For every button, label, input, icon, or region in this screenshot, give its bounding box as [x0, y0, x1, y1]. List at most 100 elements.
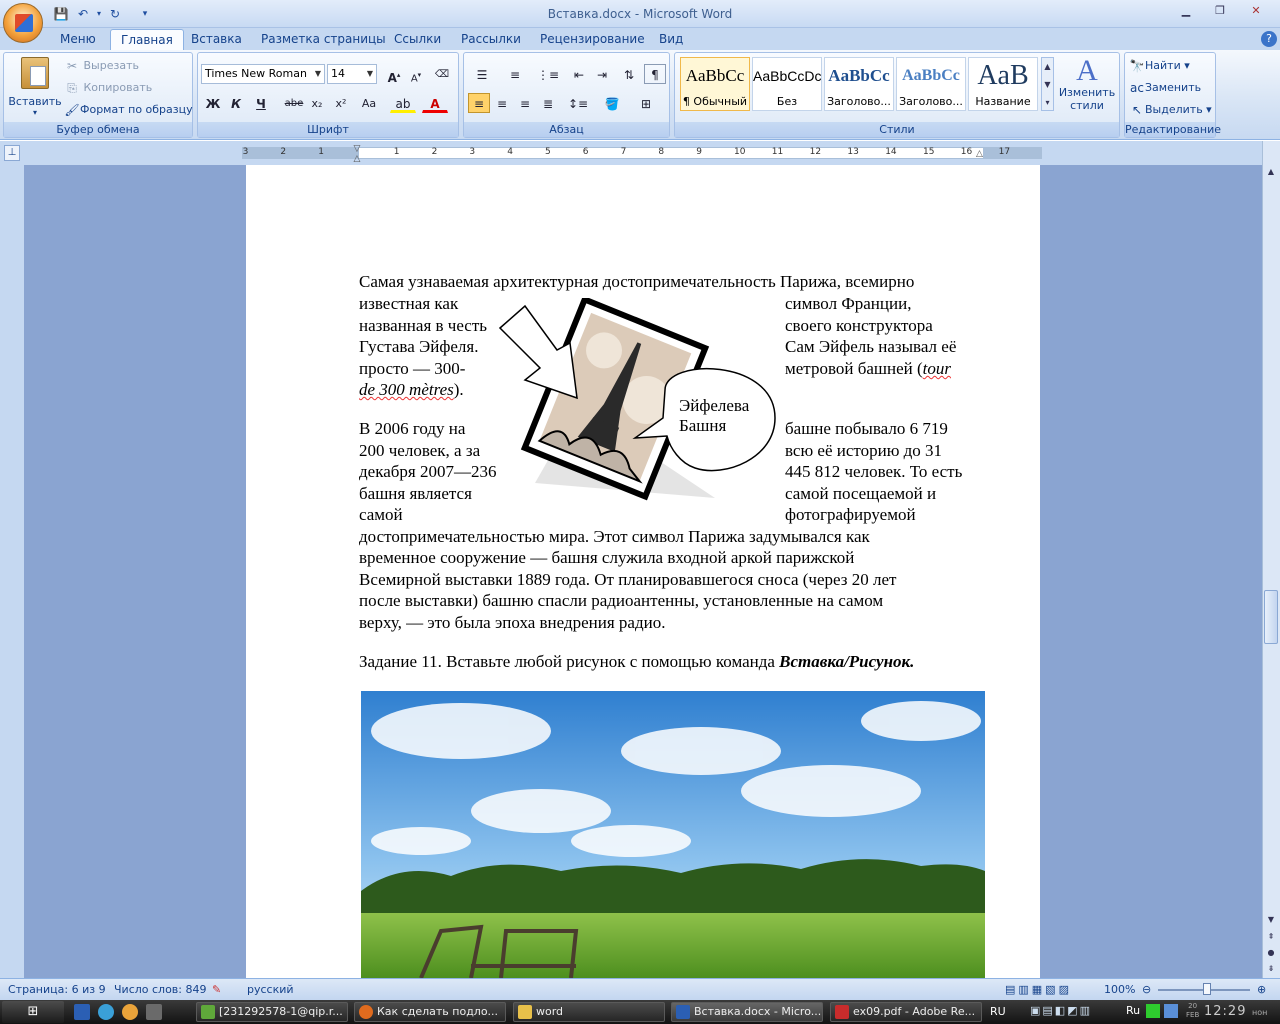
- tab-mailings[interactable]: Рассылки: [451, 29, 531, 50]
- view-buttons[interactable]: ▤▥▦▧▨: [1005, 983, 1072, 996]
- style-heading1[interactable]: AaBbCc Заголово...: [824, 57, 894, 111]
- scroll-down-icon[interactable]: ▼: [1264, 913, 1278, 927]
- cursor-icon: ↖: [1131, 103, 1143, 117]
- clock[interactable]: 12:29: [1204, 1004, 1246, 1019]
- font-color-button[interactable]: A: [422, 93, 448, 113]
- tray-network-icon[interactable]: [1164, 1004, 1178, 1018]
- restore-button[interactable]: ❐: [1208, 4, 1232, 18]
- scrollbar-thumb[interactable]: [1264, 590, 1278, 644]
- vertical-scrollbar[interactable]: [1262, 141, 1280, 978]
- landscape-photo[interactable]: [361, 691, 985, 978]
- taskbar-item-word[interactable]: Вставка.docx - Micro...: [671, 1002, 823, 1022]
- next-page-icon[interactable]: ⇟: [1264, 962, 1278, 976]
- style-no-spacing[interactable]: AaBbCcDc Без интер...: [752, 57, 822, 111]
- shrink-font-button[interactable]: A▾: [405, 64, 427, 84]
- style-title[interactable]: AaB Название: [968, 57, 1038, 111]
- tab-page-layout[interactable]: Разметка страницы: [251, 29, 396, 50]
- taskbar-label: Как сделать подло...: [377, 1005, 499, 1018]
- right-indent-marker-icon[interactable]: △: [976, 149, 986, 161]
- styles-scroll[interactable]: ▲ ▼ ▾: [1041, 57, 1054, 111]
- strikethrough-button[interactable]: abe: [283, 93, 305, 113]
- quicklaunch-icon[interactable]: [146, 1004, 162, 1020]
- find-button[interactable]: 🔭Найти ▾: [1129, 58, 1190, 74]
- paste-button[interactable]: Вставить ▾: [8, 57, 62, 117]
- minimize-button[interactable]: ▁: [1174, 4, 1198, 18]
- decrease-indent-button[interactable]: ⇤: [568, 64, 590, 84]
- office-button[interactable]: [3, 3, 43, 43]
- shading-button[interactable]: 🪣: [598, 93, 626, 113]
- ruler-number: 12: [809, 147, 822, 157]
- paste-dropdown-icon: ▾: [32, 108, 37, 117]
- style-name: Заголово...: [827, 95, 891, 108]
- scroll-up-icon[interactable]: ▲: [1264, 165, 1278, 179]
- copy-button[interactable]: ⎘ Копировать: [64, 80, 152, 96]
- justify-button[interactable]: ≣: [537, 93, 559, 113]
- font-size-combo[interactable]: 14 ▼: [327, 64, 377, 84]
- cut-button[interactable]: ✂ Вырезать: [64, 58, 139, 74]
- zoom-thumb[interactable]: [1203, 983, 1211, 995]
- binoculars-icon: 🔭: [1129, 59, 1145, 73]
- italic-button[interactable]: К: [225, 93, 247, 113]
- select-button[interactable]: ↖ Выделить ▾: [1129, 102, 1212, 118]
- proofing-icon[interactable]: ✎: [212, 983, 221, 996]
- align-right-button[interactable]: ≡: [514, 93, 536, 113]
- format-painter-button[interactable]: 🖌Формат по образцу: [64, 102, 192, 118]
- tab-references[interactable]: Ссылки: [384, 29, 451, 50]
- grow-font-button[interactable]: A▴: [383, 64, 405, 85]
- superscript-button[interactable]: x²: [330, 93, 352, 113]
- tray-status-icon[interactable]: [1146, 1004, 1160, 1018]
- taskbar-item-folder[interactable]: word: [513, 1002, 665, 1022]
- keyboard-language[interactable]: RU: [990, 1005, 1006, 1018]
- align-left-button[interactable]: ≡: [468, 93, 490, 113]
- bullets-button[interactable]: ☰: [468, 64, 496, 84]
- system-tray-icons[interactable]: ▣▤◧◩▥: [1030, 1004, 1120, 1020]
- align-center-button[interactable]: ≡: [491, 93, 513, 113]
- tab-view[interactable]: Вид: [649, 29, 693, 50]
- borders-button[interactable]: ⊞: [632, 93, 660, 113]
- page-count[interactable]: Страница: 6 из 9: [8, 983, 106, 996]
- multilevel-list-button[interactable]: ⋮≡: [534, 64, 562, 84]
- taskbar-item-qip[interactable]: [231292578-1@qip.r...: [196, 1002, 348, 1022]
- sort-button[interactable]: ⇅: [618, 64, 640, 84]
- change-styles-button[interactable]: A Изменить стили: [1058, 56, 1116, 113]
- zoom-level[interactable]: 100%: [1104, 983, 1135, 996]
- clear-formatting-button[interactable]: ⌫: [431, 64, 453, 84]
- increase-indent-button[interactable]: ⇥: [591, 64, 613, 84]
- previous-page-icon[interactable]: ⇞: [1264, 930, 1278, 944]
- tab-menu[interactable]: Меню: [50, 29, 106, 50]
- tray-language[interactable]: Ru: [1126, 1004, 1140, 1017]
- tab-insert[interactable]: Вставка: [181, 29, 252, 50]
- style-heading2[interactable]: AaBbCc Заголово...: [896, 57, 966, 111]
- numbering-button[interactable]: ≡: [501, 64, 529, 84]
- zoom-out-icon[interactable]: ⊖: [1142, 983, 1151, 996]
- zoom-in-icon[interactable]: ⊕: [1257, 983, 1266, 996]
- start-button[interactable]: ⊞: [2, 1001, 64, 1023]
- horizontal-ruler[interactable]: 3 2 1 1 2 3 4 5 6 7 8 9 10 11 12 13 14 15 16 17: [242, 147, 1042, 159]
- highlight-button[interactable]: ab: [390, 93, 416, 113]
- taskbar-item-adobe[interactable]: ex09.pdf - Adobe Re...: [830, 1002, 982, 1022]
- close-button[interactable]: ✕: [1244, 4, 1268, 18]
- tab-review[interactable]: Рецензирование: [530, 29, 655, 50]
- replace-button[interactable]: acЗаменить: [1129, 80, 1201, 96]
- show-marks-button[interactable]: ¶: [644, 64, 666, 84]
- text-line: Густава Эйфеля.: [359, 337, 479, 356]
- style-normal[interactable]: AaBbCc ¶ Обычный: [680, 57, 750, 111]
- help-icon[interactable]: ?: [1261, 31, 1277, 47]
- word-count[interactable]: Число слов: 849: [114, 983, 207, 996]
- indent-marker-icon[interactable]: ▽ △: [352, 144, 362, 164]
- tab-home[interactable]: Главная: [110, 29, 184, 50]
- media-quicklaunch-icon[interactable]: [122, 1004, 138, 1020]
- font-name-combo[interactable]: Times New Roman ▼: [201, 64, 325, 84]
- browser-quicklaunch-icon[interactable]: [98, 1004, 114, 1020]
- underline-button[interactable]: Ч: [250, 93, 272, 113]
- show-desktop-icon[interactable]: [74, 1004, 90, 1020]
- bold-button[interactable]: Ж: [202, 93, 224, 113]
- subscript-button[interactable]: x₂: [306, 93, 328, 113]
- tab-selector-icon[interactable]: ⊥: [4, 145, 20, 161]
- line-spacing-button[interactable]: ↕≡: [564, 93, 592, 113]
- taskbar-item-firefox[interactable]: Как сделать подло...: [354, 1002, 506, 1022]
- language-indicator[interactable]: русский: [247, 983, 294, 996]
- clipboard-group-label: Буфер обмена: [4, 122, 192, 137]
- change-case-button[interactable]: Aa: [355, 93, 383, 113]
- select-browse-object-icon[interactable]: ●: [1264, 946, 1278, 960]
